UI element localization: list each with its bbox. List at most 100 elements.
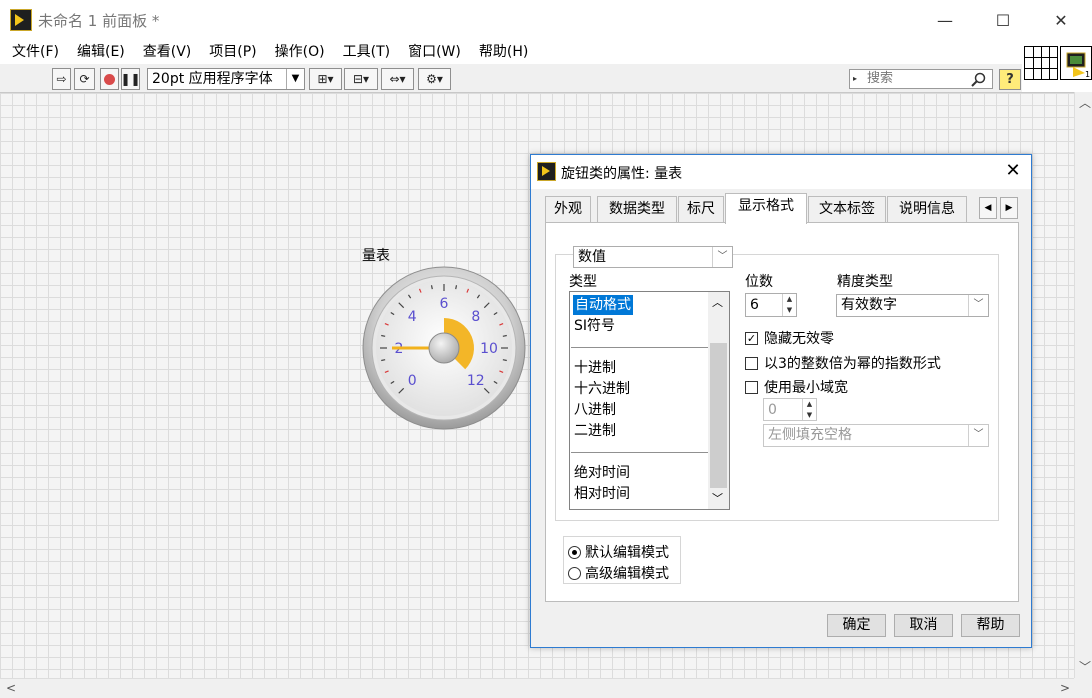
listbox-scroll-thumb[interactable] bbox=[710, 343, 727, 488]
vi-icon[interactable]: 1 bbox=[1060, 46, 1092, 80]
context-help-button[interactable]: ? bbox=[999, 69, 1021, 90]
exp-multiple3-label: 以3的整数倍为幂的指数形式 bbox=[764, 356, 941, 372]
category-select[interactable]: 数值 ﹀ bbox=[573, 246, 733, 268]
edit-mode-group: 默认编辑模式 高级编辑模式 bbox=[563, 536, 681, 584]
radio-selected bbox=[568, 545, 581, 559]
checkbox-unchecked bbox=[745, 380, 758, 394]
menu-operate[interactable]: 操作(O) bbox=[266, 40, 334, 64]
menu-file[interactable]: 文件(F) bbox=[3, 40, 68, 64]
gauge-tick-label: 12 bbox=[467, 373, 485, 389]
close-button[interactable]: ✕ bbox=[1032, 0, 1090, 40]
exp-multiple3-checkbox[interactable]: 以3的整数倍为幂的指数形式 bbox=[745, 353, 941, 373]
align-objects-icon[interactable]: ⊞▾ bbox=[309, 68, 342, 90]
chevron-down-icon: ▼ bbox=[286, 69, 304, 89]
dialog-close-button[interactable]: ✕ bbox=[995, 155, 1031, 187]
tab-scroll-left-icon[interactable]: ◀ bbox=[979, 197, 997, 219]
spin-down-icon[interactable]: ▼ bbox=[783, 305, 796, 316]
gauge-tick-label: 4 bbox=[408, 309, 417, 325]
run-continuously-icon[interactable]: ⟳ bbox=[74, 68, 95, 90]
listbox-scrollbar[interactable]: ︿ ﹀ bbox=[708, 292, 729, 509]
vertical-scrollbar[interactable]: ︿ ﹀ bbox=[1074, 92, 1092, 678]
gauge-tick-label: 10 bbox=[480, 341, 498, 357]
distribute-objects-icon[interactable]: ⊟▾ bbox=[344, 68, 378, 90]
edit-mode-default-radio[interactable]: 默认编辑模式 bbox=[568, 542, 669, 562]
gauge-tick-label: 8 bbox=[471, 309, 480, 325]
scroll-up-icon[interactable]: ︿ bbox=[1079, 94, 1091, 111]
gauge-tick bbox=[381, 334, 386, 337]
search-scope-icon: ▸ bbox=[853, 74, 858, 83]
type-item-si[interactable]: SI符号 bbox=[574, 316, 615, 336]
scroll-down-icon[interactable]: ﹀ bbox=[712, 490, 723, 506]
connector-pane-icon[interactable] bbox=[1024, 46, 1058, 80]
padding-select: 左侧填充空格 ﹀ bbox=[763, 424, 989, 447]
list-separator bbox=[571, 452, 708, 453]
checkbox-checked: ✓ bbox=[745, 331, 758, 345]
svg-text:1: 1 bbox=[1085, 70, 1090, 79]
scroll-right-icon[interactable]: > bbox=[1060, 681, 1070, 695]
digits-spinner[interactable]: 6 ▲ ▼ bbox=[745, 293, 797, 317]
menu-view[interactable]: 查看(V) bbox=[134, 40, 201, 64]
cancel-button[interactable]: 取消 bbox=[894, 614, 953, 637]
edit-mode-advanced-radio[interactable]: 高级编辑模式 bbox=[568, 563, 669, 583]
spin-up-icon[interactable]: ▲ bbox=[783, 294, 796, 305]
toolbar: ⇨ ⟳ ❚❚ 20pt 应用程序字体 ▼ ⊞▾ ⊟▾ ⇔▾ ⚙▾ ▸ 搜索 ? bbox=[0, 64, 1022, 92]
maximize-button[interactable]: ☐ bbox=[974, 0, 1032, 40]
chevron-down-icon: ﹀ bbox=[968, 425, 988, 446]
edit-mode-advanced-label: 高级编辑模式 bbox=[585, 566, 669, 582]
gauge-tick bbox=[502, 334, 507, 337]
tab-appearance[interactable]: 外观 bbox=[545, 196, 591, 222]
precision-select[interactable]: 有效数字 ﹀ bbox=[836, 294, 989, 317]
menu-window[interactable]: 窗口(W) bbox=[399, 40, 470, 64]
type-item-auto[interactable]: 自动格式 bbox=[573, 295, 633, 315]
tab-display-format[interactable]: 显示格式 bbox=[725, 193, 807, 224]
hide-zeros-label: 隐藏无效零 bbox=[764, 331, 834, 347]
type-item-hex[interactable]: 十六进制 bbox=[574, 379, 630, 399]
gauge-tick bbox=[455, 285, 458, 290]
menu-project[interactable]: 项目(P) bbox=[200, 40, 265, 64]
reorder-icon[interactable]: ⚙▾ bbox=[418, 68, 451, 90]
tab-documentation[interactable]: 说明信息 bbox=[887, 196, 967, 222]
padding-value: 左侧填充空格 bbox=[768, 427, 852, 443]
run-arrow-icon[interactable]: ⇨ bbox=[52, 68, 71, 90]
menu-edit[interactable]: 编辑(E) bbox=[68, 40, 134, 64]
horizontal-scrollbar[interactable]: < > bbox=[0, 678, 1074, 698]
hide-zeros-checkbox[interactable]: ✓ 隐藏无效零 bbox=[745, 328, 834, 348]
gauge-tick bbox=[502, 359, 507, 362]
edit-mode-default-label: 默认编辑模式 bbox=[585, 545, 669, 561]
gauge-label[interactable]: 量表 bbox=[362, 245, 390, 265]
pause-icon[interactable]: ❚❚ bbox=[120, 68, 141, 90]
menu-help[interactable]: 帮助(H) bbox=[470, 40, 537, 64]
scroll-down-icon[interactable]: ﹀ bbox=[1079, 658, 1091, 675]
help-button[interactable]: 帮助 bbox=[961, 614, 1020, 637]
tab-scale[interactable]: 标尺 bbox=[678, 196, 724, 222]
type-label: 类型 bbox=[569, 274, 597, 290]
scroll-up-icon[interactable]: ︿ bbox=[712, 294, 723, 310]
gauge-control[interactable]: 024681012 bbox=[362, 266, 526, 430]
scroll-left-icon[interactable]: < bbox=[6, 681, 16, 695]
min-width-checkbox[interactable]: 使用最小域宽 bbox=[745, 377, 848, 397]
type-item-octal[interactable]: 八进制 bbox=[574, 400, 616, 420]
minimize-button[interactable]: — bbox=[916, 0, 974, 40]
type-item-binary[interactable]: 二进制 bbox=[574, 421, 616, 441]
type-listbox[interactable]: 自动格式 SI符号 十进制 十六进制 八进制 二进制 绝对时间 相对时间 ︿ ﹀ bbox=[569, 291, 730, 510]
category-select-value: 数值 bbox=[578, 249, 606, 265]
resize-objects-icon[interactable]: ⇔▾ bbox=[381, 68, 414, 90]
font-select[interactable]: 20pt 应用程序字体 ▼ bbox=[147, 68, 305, 90]
menu-tools[interactable]: 工具(T) bbox=[334, 40, 399, 64]
type-item-relative-time[interactable]: 相对时间 bbox=[574, 484, 630, 504]
tab-text-labels[interactable]: 文本标签 bbox=[808, 196, 886, 222]
spin-down-icon: ▼ bbox=[806, 410, 813, 419]
menu-bar: 文件(F) 编辑(E) 查看(V) 项目(P) 操作(O) 工具(T) 窗口(W… bbox=[0, 40, 1022, 64]
chevron-down-icon: ﹀ bbox=[712, 247, 732, 267]
precision-label: 精度类型 bbox=[837, 274, 893, 290]
search-input[interactable]: ▸ 搜索 bbox=[849, 69, 993, 89]
tab-scroll-right-icon[interactable]: ▶ bbox=[1000, 197, 1018, 219]
ok-button[interactable]: 确定 bbox=[827, 614, 886, 637]
scroll-corner bbox=[1074, 678, 1092, 698]
chevron-down-icon: ﹀ bbox=[968, 295, 988, 316]
abort-icon[interactable] bbox=[100, 68, 119, 90]
dialog-titlebar: 旋钮类的属性: 量表 ✕ bbox=[531, 155, 1031, 189]
type-item-absolute-time[interactable]: 绝对时间 bbox=[574, 463, 630, 483]
type-item-decimal[interactable]: 十进制 bbox=[574, 358, 616, 378]
tab-data-type[interactable]: 数据类型 bbox=[597, 196, 677, 222]
